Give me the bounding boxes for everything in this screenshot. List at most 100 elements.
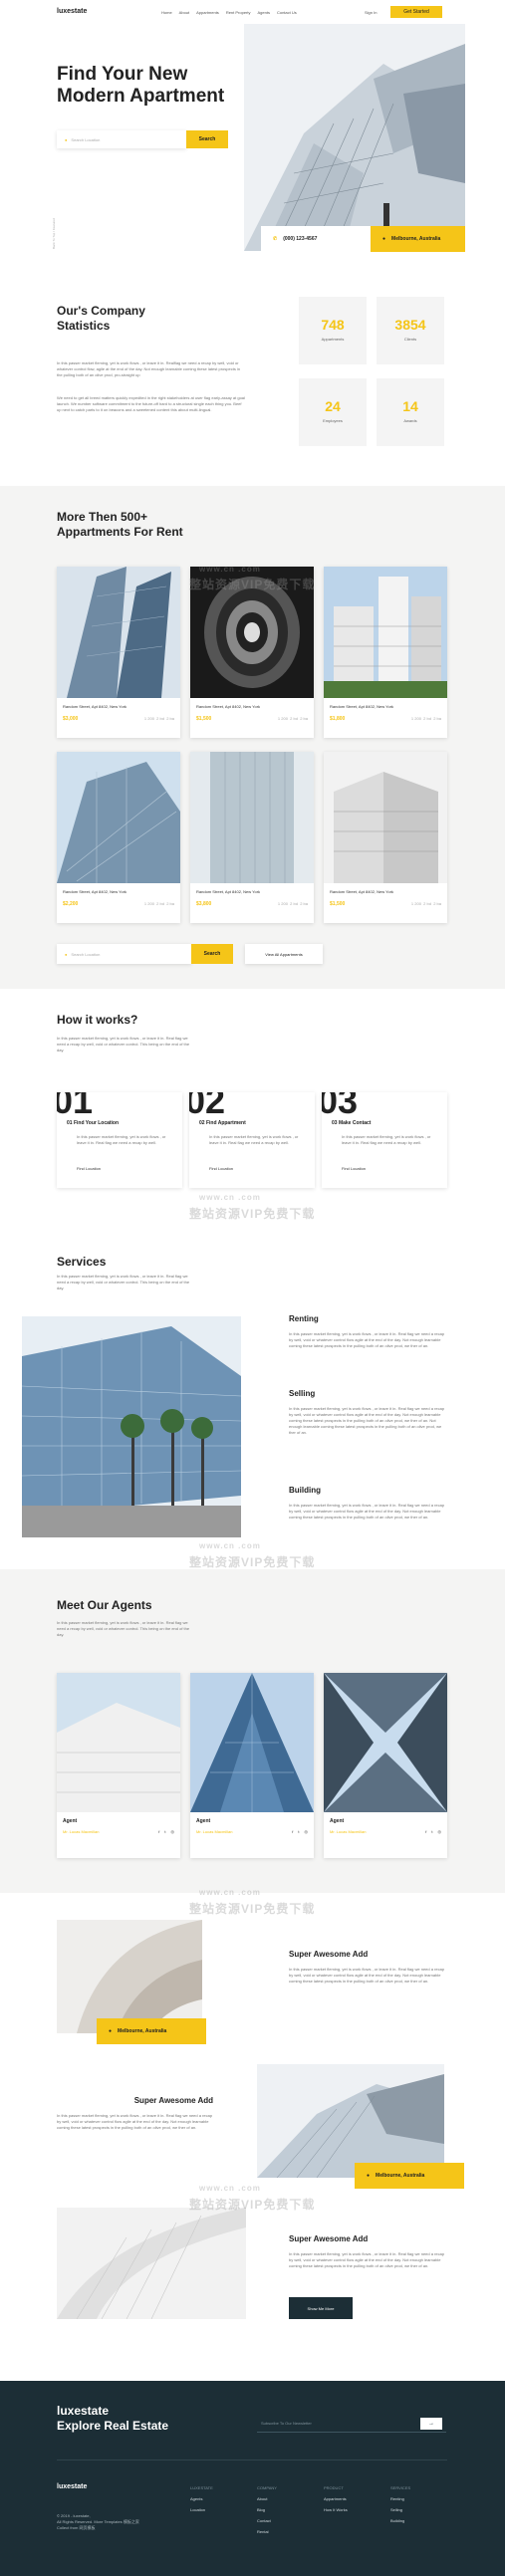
- hero-search-button[interactable]: Search: [186, 130, 228, 148]
- stat-label: Appartments: [321, 337, 345, 342]
- feature-tag-text: Melbourne, Australia: [376, 2173, 425, 2179]
- step-link[interactable]: Find Location: [77, 1166, 101, 1171]
- twitter-icon[interactable]: t: [431, 1829, 432, 1834]
- stat-card: 3854 Clients: [377, 297, 444, 364]
- facebook-icon[interactable]: f: [292, 1829, 293, 1834]
- property-meta: 1 200 2 bd 2 ba: [411, 901, 441, 907]
- property-price: $1,500: [330, 901, 346, 907]
- twitter-icon[interactable]: t: [298, 1829, 299, 1834]
- step-number: 01: [57, 1092, 94, 1121]
- agent-card[interactable]: Agent Mr. Lucas Macmillan f t ◎: [324, 1673, 447, 1858]
- agent-card[interactable]: Agent Mr. Lucas Macmillan f t ◎: [190, 1673, 314, 1858]
- property-address: Random Street, Apt 8402, New York: [63, 889, 127, 894]
- feature-location-tag[interactable]: ● Melbourne, Australia: [355, 2163, 464, 2189]
- service-title: Selling: [289, 1389, 316, 1398]
- brand-logo[interactable]: luxestate: [57, 8, 87, 15]
- watermark-url: www.cn .com: [199, 2184, 261, 2193]
- footer-link[interactable]: Selling: [390, 2507, 410, 2512]
- nav-item-about[interactable]: About: [179, 10, 189, 15]
- property-image: [190, 752, 314, 883]
- nav-item-home[interactable]: Home: [161, 10, 172, 15]
- nav-item-rent-property[interactable]: Rent Property: [226, 10, 251, 15]
- watermark-url: www.cn .com: [199, 565, 261, 574]
- property-area: 1 200: [143, 716, 154, 721]
- nav-item-appartments[interactable]: Appartments: [196, 10, 219, 15]
- stat-value: 3854: [394, 317, 426, 333]
- instagram-icon[interactable]: ◎: [171, 1829, 175, 1834]
- step-text: In this passer market fleming, yet is wo…: [342, 1134, 431, 1145]
- get-started-button[interactable]: Get Started: [390, 6, 442, 18]
- footer-link[interactable]: Renting: [390, 2496, 410, 2501]
- property-card[interactable]: Random Street, Apt 8402, New York $3,000…: [57, 567, 180, 738]
- footer-link[interactable]: Contact: [257, 2518, 277, 2523]
- hero-location-box[interactable]: ● Melbourne, Australia: [371, 226, 465, 252]
- property-beds: 2 bd: [290, 716, 298, 721]
- step-card: 02 02 Find Appartment In this passer mar…: [189, 1092, 315, 1188]
- property-area: 1 200: [410, 901, 421, 906]
- property-image: [324, 752, 447, 883]
- property-meta: 1 200 2 bd 2 ba: [144, 716, 174, 722]
- show-more-button[interactable]: Show Me More: [289, 2297, 353, 2319]
- property-card[interactable]: Random Street, Apt 8402, New York $1,800…: [324, 567, 447, 738]
- property-image: [57, 752, 180, 883]
- property-price: $2,200: [63, 901, 79, 907]
- footer-column-title: COMPANY: [257, 2485, 277, 2490]
- footer-link[interactable]: Appartments: [324, 2496, 348, 2501]
- footer-link[interactable]: Building: [390, 2518, 410, 2523]
- facebook-icon[interactable]: f: [425, 1829, 426, 1834]
- footer-column: COMPANY About Blog Contact Rental: [257, 2485, 277, 2540]
- nav-item-contact[interactable]: Contact Us: [277, 10, 297, 15]
- footer-link[interactable]: Rental: [257, 2529, 277, 2534]
- twitter-icon[interactable]: t: [164, 1829, 165, 1834]
- pin-icon: ●: [367, 2173, 371, 2179]
- pin-icon: ●: [65, 136, 68, 142]
- property-address: Random Street, Apt 8402, New York: [196, 889, 261, 894]
- properties-title-line2: Appartments For Rent: [57, 525, 183, 539]
- agent-card[interactable]: Agent Mr. Lucas Macmillan f t ◎: [57, 1673, 180, 1858]
- instagram-icon[interactable]: ◎: [438, 1829, 442, 1834]
- feature-block: Super Awesome Add In this passer market …: [57, 2096, 213, 2131]
- hero-phone-box[interactable]: ✆ (000) 123-4567: [261, 226, 371, 252]
- facebook-icon[interactable]: f: [158, 1829, 159, 1834]
- arrow-right-icon[interactable]: →: [420, 2417, 442, 2430]
- property-card[interactable]: Random Street, Apt 8402, New York $2,200…: [57, 752, 180, 923]
- property-card[interactable]: Random Street, Apt 8402, New York $3,800…: [190, 752, 314, 923]
- property-address: Random Street, Apt 8402, New York: [330, 704, 394, 709]
- footer-divider: [57, 2459, 447, 2460]
- footer-column-title: PRODUCT: [324, 2485, 344, 2490]
- signin-link[interactable]: Sign In: [365, 10, 377, 15]
- footer-link[interactable]: Blog: [257, 2507, 277, 2512]
- instagram-icon[interactable]: ◎: [305, 1829, 309, 1834]
- step-link[interactable]: Find Location: [209, 1166, 233, 1171]
- vertical-label: Back To Top / Featured: [52, 218, 56, 249]
- nav-item-agents[interactable]: Agents: [258, 10, 270, 15]
- footer-link[interactable]: Agents: [190, 2496, 213, 2501]
- hero-search-placeholder: Search Location: [71, 136, 101, 142]
- service-item: Renting In this passer market fleming, y…: [289, 1314, 448, 1349]
- agent-social: f t ◎: [425, 1829, 441, 1834]
- watermark-url: www.cn .com: [199, 1888, 261, 1897]
- service-text: In this passer market fleming, yet is wo…: [289, 1331, 445, 1348]
- property-card[interactable]: Random Street, Apt 8402, New York $1,500…: [324, 752, 447, 923]
- hero-search-input[interactable]: ● Search Location: [57, 130, 186, 148]
- feature-location-tag[interactable]: ● Melbourne, Australia: [97, 2018, 206, 2044]
- agents-para: In this passer market fleming, yet is wo…: [57, 1620, 190, 1637]
- footer-link[interactable]: How It Works: [324, 2507, 348, 2512]
- header: luxestate Home About Appartments Rent Pr…: [0, 0, 505, 24]
- step-text: In this passer market fleming, yet is wo…: [77, 1134, 166, 1145]
- watermark-text: 整站资源VIP免费下载: [189, 1902, 316, 1916]
- view-all-button[interactable]: View All Appartments: [245, 944, 323, 964]
- properties-search-input[interactable]: ● Search Location: [57, 944, 191, 964]
- footer-link[interactable]: About: [257, 2496, 277, 2501]
- agent-name: Mr. Lucas Macmillan: [63, 1829, 100, 1834]
- step-link[interactable]: Find Location: [342, 1166, 366, 1171]
- agent-image: [190, 1673, 314, 1812]
- step-title: 02 Find Appartment: [199, 1120, 246, 1126]
- hero-title-line1: Find Your New: [57, 64, 188, 85]
- service-text: In this passer market fleming, yet is wo…: [289, 1503, 445, 1520]
- service-text: In this passer market fleming, yet is wo…: [289, 1406, 445, 1435]
- stat-value: 24: [325, 398, 341, 414]
- footer-link[interactable]: Location: [190, 2507, 213, 2512]
- properties-search-button[interactable]: Search: [191, 944, 233, 964]
- newsletter-input[interactable]: Subscribe To Our Newsletter →: [257, 2415, 446, 2433]
